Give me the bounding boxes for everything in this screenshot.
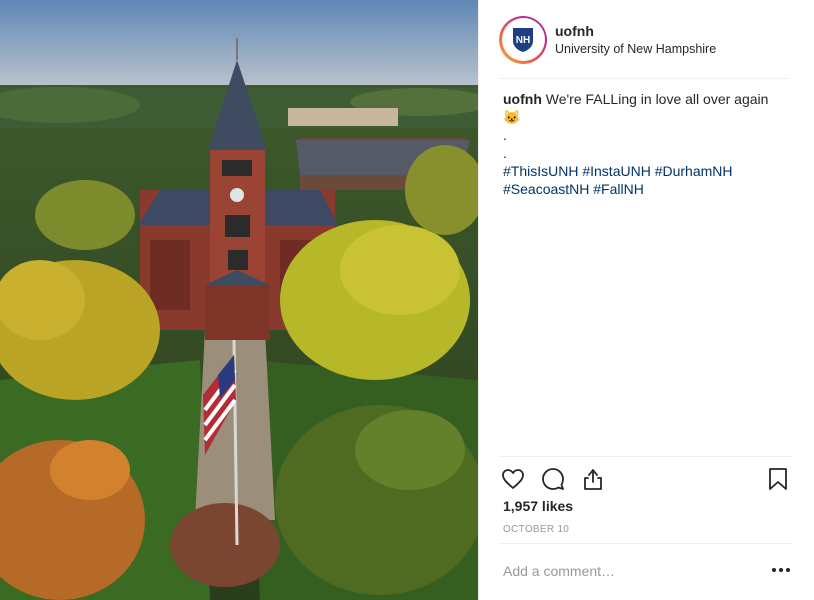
- more-options-icon[interactable]: [770, 559, 792, 581]
- caption-dot: .: [503, 145, 507, 161]
- likes-count[interactable]: 1,957 likes: [503, 498, 573, 514]
- caption-username[interactable]: uofnh: [503, 91, 542, 107]
- caption-emoji: 😺: [503, 109, 521, 125]
- post-details-panel: NH uofnh University of New Hampshire uof…: [478, 0, 814, 600]
- header-divider: [499, 78, 789, 79]
- username-link[interactable]: uofnh: [555, 22, 716, 40]
- comment-icon[interactable]: [539, 465, 567, 493]
- avatar[interactable]: NH: [499, 15, 547, 64]
- post-photo[interactable]: [0, 0, 478, 600]
- post-header: NH uofnh University of New Hampshire: [479, 0, 814, 79]
- caption-text: We're FALLing in love all over again: [545, 91, 769, 107]
- campus-aerial-image: [0, 0, 478, 600]
- avatar-logo-text: NH: [516, 35, 530, 46]
- share-icon[interactable]: [579, 465, 607, 493]
- caption-hashtags-line[interactable]: #ThisIsUNH #InstaUNH #DurhamNH: [503, 162, 793, 180]
- add-comment-input[interactable]: Add a comment…: [503, 563, 615, 579]
- bookmark-icon[interactable]: [764, 465, 792, 493]
- post-caption: uofnh We're FALLing in love all over aga…: [503, 90, 793, 198]
- caption-hashtags-line[interactable]: #SeacoastNH #FallNH: [503, 180, 793, 198]
- caption-dot: .: [503, 127, 507, 143]
- heart-icon[interactable]: [499, 465, 527, 493]
- user-block: uofnh University of New Hampshire: [555, 22, 716, 58]
- caption-first-line: uofnh We're FALLing in love all over aga…: [503, 90, 793, 108]
- comment-bar: Add a comment…: [499, 543, 792, 599]
- post-date[interactable]: OCTOBER 10: [503, 524, 569, 535]
- unh-shield-logo-icon: NH: [501, 18, 545, 61]
- post-actions-bar: [499, 456, 792, 500]
- location-or-fullname[interactable]: University of New Hampshire: [555, 40, 716, 58]
